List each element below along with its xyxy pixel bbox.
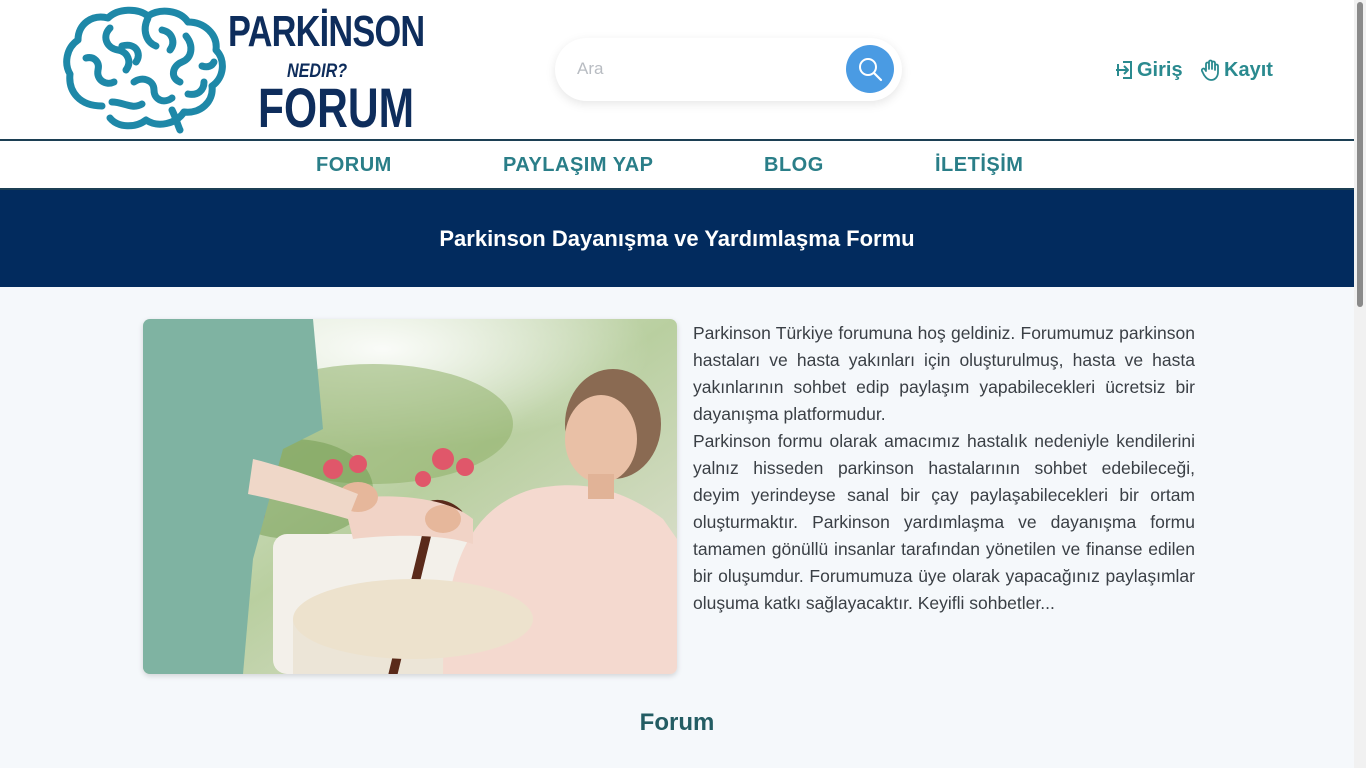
intro-paragraph: Parkinson Türkiye forumuna hoş geldiniz.… [693, 323, 1195, 424]
nav-item-paylasim-yap[interactable]: PAYLAŞIM YAP [503, 154, 654, 177]
register-label: Kayıt [1224, 58, 1273, 81]
brain-logo-icon [63, 6, 226, 134]
hero-banner: Parkinson Dayanışma ve Yardımlaşma Formu [0, 190, 1354, 287]
login-link[interactable]: Giriş [1114, 56, 1183, 84]
register-link[interactable]: Kayıt [1201, 56, 1273, 84]
logo-text-parkinson: PARKİNSON [228, 7, 425, 56]
banner-title: Parkinson Dayanışma ve Yardımlaşma Formu [439, 225, 915, 251]
scrollbar-thumb[interactable] [1357, 2, 1363, 307]
search-icon [859, 58, 883, 82]
login-icon [1116, 61, 1132, 79]
page-scrollbar[interactable] [1354, 0, 1366, 768]
nav-item-iletisim[interactable]: İLETİŞİM [935, 154, 1023, 177]
nav-item-forum[interactable]: FORUM [316, 154, 392, 177]
site-logo[interactable]: PARKİNSON NEDIR? FORUM [62, 6, 425, 136]
login-label: Giriş [1137, 58, 1183, 81]
hand-icon [1201, 59, 1219, 81]
search-input[interactable] [577, 56, 827, 82]
caregiver-photo [143, 319, 677, 674]
search-box [555, 38, 902, 101]
search-button[interactable] [846, 45, 894, 93]
intro-paragraph: Parkinson formu olarak amacımız hastalık… [693, 431, 1195, 613]
logo-text-forum: FORUM [258, 76, 415, 139]
section-title-forum: Forum [639, 709, 715, 736]
intro-text: Parkinson Türkiye forumuna hoş geldiniz.… [693, 320, 1195, 617]
main-nav: FORUM PAYLAŞIM YAP BLOG İLETİŞİM [0, 139, 1354, 190]
nav-item-blog[interactable]: BLOG [764, 154, 824, 177]
caregiver-illustration [143, 319, 677, 674]
site-header: PARKİNSON NEDIR? FORUM Giriş Kayıt [0, 0, 1354, 139]
